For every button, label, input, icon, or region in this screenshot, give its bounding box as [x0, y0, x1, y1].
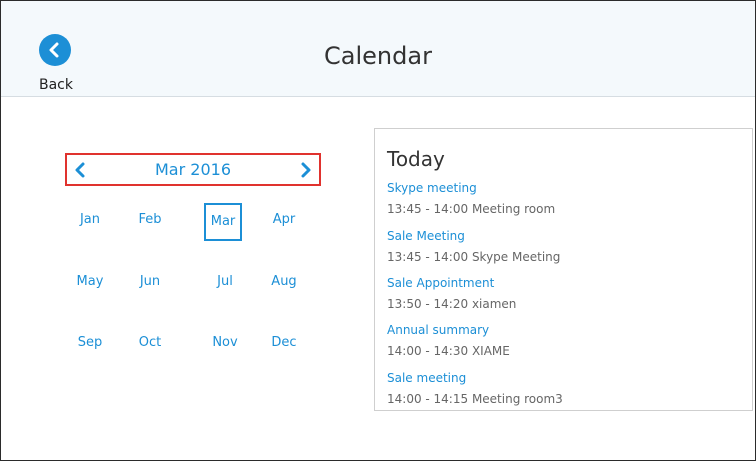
year-navigator: Mar 2016 [65, 153, 321, 186]
event-title[interactable]: Sale Meeting [387, 229, 465, 243]
today-panel: Today Skype meeting 13:45 - 14:00 Meetin… [374, 128, 753, 411]
event-title[interactable]: Sale meeting [387, 371, 466, 385]
event-meta: 13:50 - 14:20 xiamen [387, 297, 517, 311]
month-jun[interactable]: Jun [131, 263, 169, 301]
month-apr[interactable]: Apr [265, 201, 303, 239]
month-feb[interactable]: Feb [131, 201, 169, 239]
month-mar-selected[interactable]: Mar [204, 203, 242, 241]
back-label: Back [39, 77, 73, 93]
month-aug[interactable]: Aug [265, 263, 303, 301]
event-meta: 14:00 - 14:30 XIAME [387, 344, 510, 358]
event-meta: 13:45 - 14:00 Skype Meeting [387, 250, 561, 264]
next-year-button[interactable] [296, 160, 316, 180]
event-meta: 14:00 - 14:15 Meeting room3 [387, 392, 563, 406]
month-sep[interactable]: Sep [71, 324, 109, 362]
today-title: Today [387, 147, 445, 171]
page-title: Calendar [324, 42, 432, 70]
current-month-label: Mar 2016 [155, 160, 231, 179]
month-oct[interactable]: Oct [131, 324, 169, 362]
month-jan[interactable]: Jan [71, 201, 109, 239]
header-bar: Back Calendar [1, 1, 755, 97]
event-title[interactable]: Sale Appointment [387, 276, 494, 290]
chevron-right-icon [301, 162, 311, 178]
event-title[interactable]: Annual summary [387, 323, 489, 337]
calendar-screen: Back Calendar Mar 2016 Jan Feb Mar Apr M… [0, 0, 756, 461]
month-nov[interactable]: Nov [206, 324, 244, 362]
month-jul[interactable]: Jul [206, 263, 244, 301]
month-dec[interactable]: Dec [265, 324, 303, 362]
event-meta: 13:45 - 14:00 Meeting room [387, 202, 556, 216]
month-may[interactable]: May [71, 263, 109, 301]
event-title[interactable]: Skype meeting [387, 181, 477, 195]
